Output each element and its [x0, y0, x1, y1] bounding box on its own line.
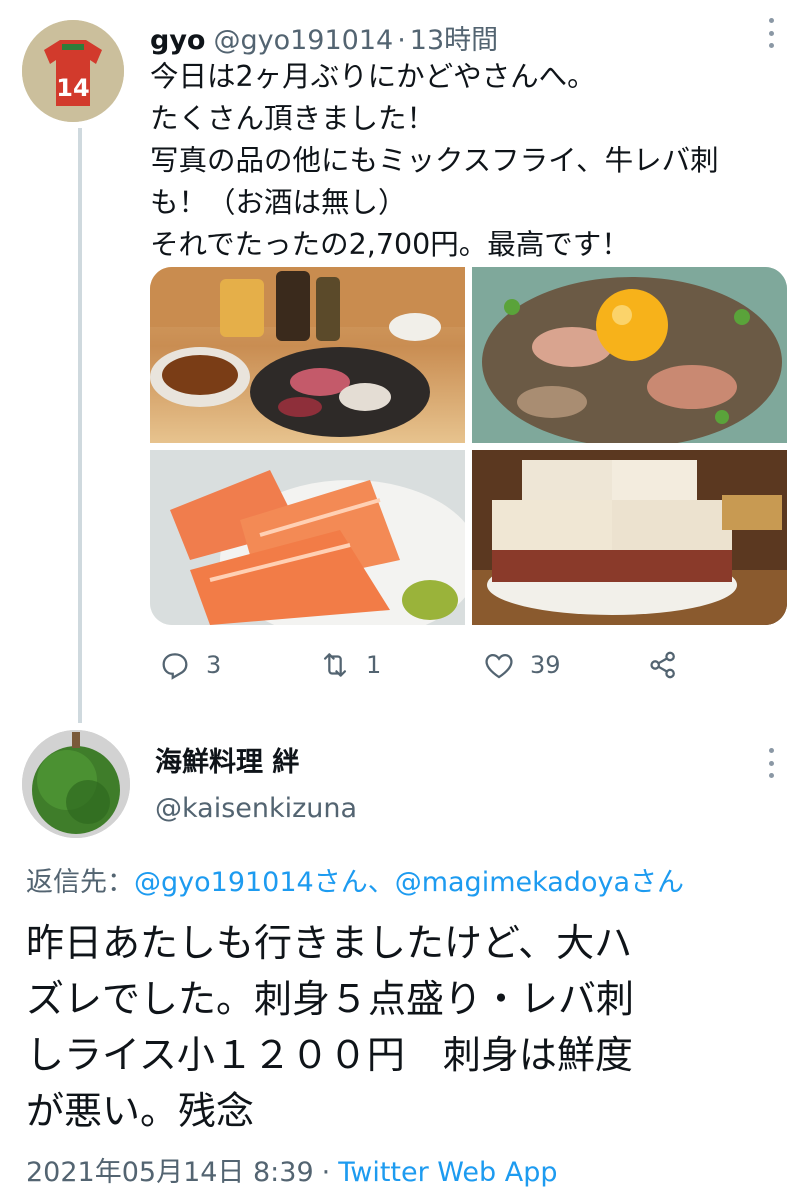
share-button[interactable] [646, 648, 680, 682]
share-icon [650, 651, 675, 679]
tweet-metadata: 2021年05月14日 8:39 · Twitter Web App [26, 1150, 558, 1189]
like-button[interactable]: 39 [482, 648, 561, 682]
tweet-actions: 3 1 39 [150, 648, 710, 688]
tweet-text-line: も！（お酒は無し） [150, 186, 407, 219]
tweet-text-line: 写真の品の他にもミックスフライ、牛レバ刺 [150, 144, 719, 177]
tweet-text-line: それでたったの2,700円。最高です！ [150, 228, 630, 261]
media-grid [150, 267, 787, 625]
tweet-text: 昨日あたしも行きましたけど、大ハ ズレでした。刺身５点盛り・レバ刺 しライス小１… [26, 915, 796, 1139]
thread-connector-line [78, 128, 82, 723]
tweet-text-line: が悪い。残念 [26, 1089, 255, 1133]
tweet-text-line: たくさん頂きました！ [150, 102, 436, 135]
author-handle[interactable]: @gyo191014 [213, 25, 393, 56]
author-name[interactable]: 海鮮料理 絆 [155, 740, 299, 779]
food-photo-katsu-sandwich[interactable] [472, 450, 787, 625]
svg-text:14: 14 [56, 74, 89, 102]
source-app-link[interactable]: Twitter Web App [338, 1157, 557, 1188]
replying-to-label: 返信先： [26, 867, 134, 898]
tweet-text-line: 今日は2ヶ月ぶりにかどやさんへ。 [150, 60, 596, 93]
retweet-count: 1 [366, 651, 382, 679]
tweet-text-line: ズレでした。刺身５点盛り・レバ刺 [26, 977, 635, 1021]
separator-dot: · [321, 1157, 331, 1188]
tweet-time[interactable]: 13時間 [410, 18, 498, 57]
reply-button[interactable]: 3 [158, 648, 221, 682]
jersey-avatar-icon: 14 [22, 20, 124, 122]
author-handle[interactable]: @kaisenkizuna [155, 793, 357, 824]
avatar-gyo[interactable]: 14 [22, 20, 124, 122]
more-options-icon[interactable] [766, 748, 776, 778]
reply-icon [162, 653, 188, 680]
food-photo-egg-yolk-bowl[interactable] [472, 267, 787, 443]
food-photo-sashimi-platter[interactable] [150, 267, 465, 443]
food-photo-salmon-sashimi[interactable] [150, 450, 465, 625]
moss-ball-avatar-icon [22, 730, 130, 838]
replying-to: 返信先：@gyo191014さん、@magimekadoyaさん [26, 860, 684, 899]
tweet-text-line: 昨日あたしも行きましたけど、大ハ [26, 921, 633, 965]
retweet-button[interactable]: 1 [318, 648, 381, 682]
author-name[interactable]: gyo [150, 25, 205, 56]
avatar-kaisenkizuna[interactable] [22, 730, 130, 838]
tweet-timestamp[interactable]: 2021年05月14日 8:39 [26, 1157, 314, 1188]
more-options-icon[interactable] [766, 18, 776, 48]
like-count: 39 [530, 651, 561, 679]
separator-dot: · [397, 25, 406, 56]
reply-count: 3 [206, 651, 222, 679]
replying-to-users-link[interactable]: @gyo191014さん、@magimekadoyaさん [134, 867, 684, 898]
retweet-icon [323, 653, 347, 677]
heart-icon [485, 653, 513, 679]
tweet-text-line: しライス小１２００円 刺身は鮮度 [26, 1033, 633, 1077]
tweet-text: 今日は2ヶ月ぶりにかどやさんへ。 たくさん頂きました！ 写真の品の他にもミックス… [150, 56, 790, 266]
